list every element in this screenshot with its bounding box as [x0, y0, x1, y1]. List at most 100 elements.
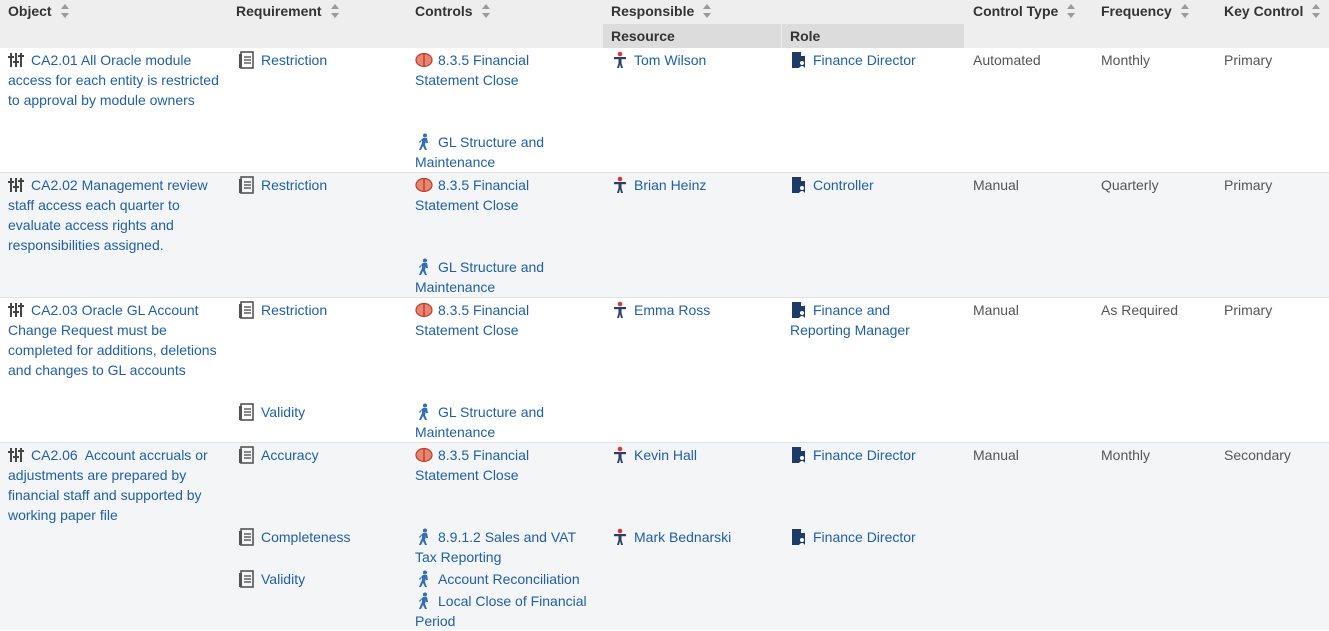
requirement-link[interactable]: Validity — [261, 404, 305, 420]
sort-arrows-icon[interactable] — [60, 3, 70, 19]
walking-person-process-icon — [415, 258, 433, 276]
resource-item[interactable]: Brian Heinz — [611, 175, 706, 195]
column-header-label: Requirement — [236, 3, 322, 19]
control-item[interactable]: GL Structure and Maintenance — [415, 257, 595, 297]
resource-item[interactable]: Kevin Hall — [611, 445, 697, 465]
object-link[interactable]: CA2.06 Account accruals or adjustments a… — [8, 447, 212, 523]
object-cell[interactable]: CA2.02 Management review staff access ea… — [8, 175, 224, 255]
resource-link[interactable]: Tom Wilson — [634, 52, 706, 68]
column-header-label: Key Control — [1224, 3, 1304, 19]
control-item[interactable]: 8.3.5 Financial Statement Close — [415, 50, 595, 90]
role-link[interactable]: Finance Director — [813, 447, 916, 463]
object-cell[interactable]: CA2.01 All Oracle module access for each… — [8, 50, 224, 110]
requirement-link[interactable]: Restriction — [261, 302, 327, 318]
control-item[interactable]: 8.3.5 Financial Statement Close — [415, 175, 595, 215]
requirement-link[interactable]: Completeness — [261, 529, 351, 545]
role-link[interactable]: Finance Director — [813, 529, 916, 545]
control-type-value: Manual — [973, 302, 1019, 318]
subheader-role[interactable]: Role — [782, 24, 964, 48]
resource-link[interactable]: Kevin Hall — [634, 447, 697, 463]
requirement-item[interactable]: Validity — [238, 402, 305, 422]
key-control-value: Primary — [1224, 52, 1273, 68]
control-item[interactable]: 8.3.5 Financial Statement Close — [415, 445, 595, 485]
frequency-value: Monthly — [1101, 52, 1151, 68]
control-link[interactable]: 8.9.1.2 Sales and VAT Tax Reporting — [415, 529, 576, 565]
object-cell[interactable]: CA2.03 Oracle GL Account Change Request … — [8, 300, 224, 380]
requirement-item[interactable]: Restriction — [238, 175, 327, 195]
walking-person-process-icon — [415, 570, 433, 588]
risk-target-icon — [415, 301, 433, 319]
sort-arrows-icon[interactable] — [481, 3, 491, 19]
control-item[interactable]: 8.9.1.2 Sales and VAT Tax Reporting — [415, 527, 595, 567]
requirement-document-icon — [238, 570, 256, 588]
column-header-frequency[interactable]: Frequency — [1101, 3, 1190, 19]
role-item[interactable]: Controller — [790, 175, 960, 195]
control-item[interactable]: GL Structure and Maintenance — [415, 402, 595, 442]
control-link[interactable]: Local Close of Financial Period — [415, 593, 587, 629]
sort-arrows-icon[interactable] — [1066, 3, 1076, 19]
requirement-item[interactable]: Restriction — [238, 300, 327, 320]
object-cell[interactable]: CA2.06 Account accruals or adjustments a… — [8, 445, 224, 525]
requirement-item[interactable]: Completeness — [238, 527, 351, 547]
column-header-label: Control Type — [973, 3, 1059, 19]
object-link[interactable]: CA2.02 Management review staff access ea… — [8, 177, 208, 253]
resource-link[interactable]: Brian Heinz — [634, 177, 706, 193]
subheader-resource[interactable]: Resource — [603, 24, 781, 48]
control-item[interactable]: Account Reconciliation — [415, 569, 600, 589]
role-link[interactable]: Controller — [813, 177, 874, 193]
frequency-value: Quarterly — [1101, 177, 1159, 193]
role-item[interactable]: Finance Director — [790, 50, 960, 70]
control-item[interactable]: GL Structure and Maintenance — [415, 132, 595, 172]
grid-header: Object Requirement Controls Responsible … — [0, 0, 1329, 48]
requirement-item[interactable]: Restriction — [238, 50, 327, 70]
column-header-label: Object — [8, 3, 52, 19]
column-header-label: Responsible — [611, 3, 695, 19]
requirement-link[interactable]: Accuracy — [261, 447, 319, 463]
control-link[interactable]: GL Structure and Maintenance — [415, 259, 544, 295]
object-link[interactable]: CA2.03 Oracle GL Account Change Request … — [8, 302, 217, 378]
control-item[interactable]: 8.3.5 Financial Statement Close — [415, 300, 595, 340]
control-objective-icon — [8, 301, 26, 319]
role-document-icon — [790, 446, 808, 464]
requirement-link[interactable]: Restriction — [261, 52, 327, 68]
requirement-item[interactable]: Validity — [238, 569, 305, 589]
resource-item[interactable]: Tom Wilson — [611, 50, 706, 70]
person-icon — [611, 301, 629, 319]
resource-link[interactable]: Mark Bednarski — [634, 529, 731, 545]
control-item[interactable]: Local Close of Financial Period — [415, 591, 600, 631]
role-item[interactable]: Finance Director — [790, 527, 960, 547]
requirement-document-icon — [238, 446, 256, 464]
column-header-label: Controls — [415, 3, 473, 19]
role-item[interactable]: Finance and Reporting Manager — [790, 300, 940, 340]
column-header-responsible[interactable]: Responsible — [611, 3, 712, 19]
requirement-document-icon — [238, 403, 256, 421]
sort-arrows-icon[interactable] — [1311, 3, 1321, 19]
role-link[interactable]: Finance Director — [813, 52, 916, 68]
resource-item[interactable]: Emma Ross — [611, 300, 710, 320]
controls-grid: Object Requirement Controls Responsible … — [0, 0, 1329, 630]
person-icon — [611, 176, 629, 194]
control-link[interactable]: GL Structure and Maintenance — [415, 404, 544, 440]
sort-arrows-icon[interactable] — [330, 3, 340, 19]
sort-arrows-icon[interactable] — [1180, 3, 1190, 19]
column-header-controls[interactable]: Controls — [415, 3, 491, 19]
role-item[interactable]: Finance Director — [790, 445, 960, 465]
resource-item[interactable]: Mark Bednarski — [611, 527, 731, 547]
role-document-icon — [790, 528, 808, 546]
column-header-object[interactable]: Object — [8, 3, 70, 19]
requirement-item[interactable]: Accuracy — [238, 445, 319, 465]
object-link[interactable]: CA2.01 All Oracle module access for each… — [8, 52, 219, 108]
key-control-value: Primary — [1224, 177, 1273, 193]
column-header-key-control[interactable]: Key Control — [1224, 3, 1321, 19]
requirement-link[interactable]: Validity — [261, 571, 305, 587]
control-link[interactable]: Account Reconciliation — [438, 571, 580, 587]
resource-link[interactable]: Emma Ross — [634, 302, 710, 318]
person-icon — [611, 528, 629, 546]
subheader-label: Resource — [611, 28, 675, 44]
requirement-link[interactable]: Restriction — [261, 177, 327, 193]
frequency-value: Monthly — [1101, 447, 1151, 463]
sort-arrows-icon[interactable] — [702, 3, 712, 19]
control-link[interactable]: GL Structure and Maintenance — [415, 134, 544, 170]
column-header-control-type[interactable]: Control Type — [973, 3, 1076, 19]
column-header-requirement[interactable]: Requirement — [236, 3, 340, 19]
